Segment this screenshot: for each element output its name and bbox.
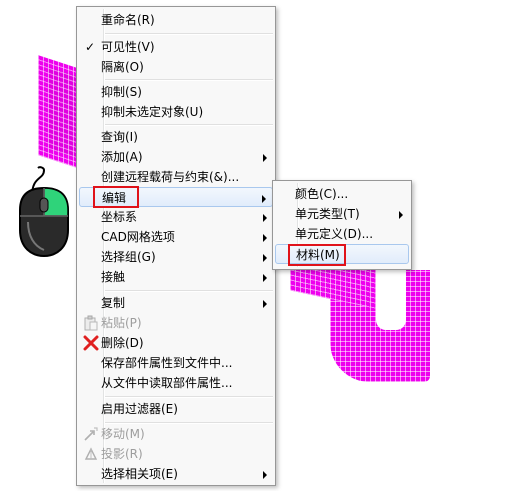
menu-separator bbox=[105, 79, 273, 81]
menu-item-isolate[interactable]: 隔离(O) bbox=[79, 57, 273, 77]
submenu-arrow-icon bbox=[262, 195, 266, 203]
menu-item-label: 从文件中读取部件属性... bbox=[101, 376, 233, 390]
menu-item-query[interactable]: 查询(I) bbox=[79, 127, 273, 147]
submenu-arrow-icon bbox=[263, 154, 267, 162]
menu-separator bbox=[105, 124, 273, 126]
mesh-part-bottom-hole bbox=[376, 270, 406, 330]
menu-item-copy[interactable]: 复制 bbox=[79, 293, 273, 313]
menu-item-contact[interactable]: 接触 bbox=[79, 267, 273, 287]
menu-item-label: 查询(I) bbox=[101, 130, 138, 144]
paste-icon bbox=[84, 315, 98, 331]
menu-item-selection-group[interactable]: 选择组(G) bbox=[79, 247, 273, 267]
delete-x-icon bbox=[83, 335, 99, 351]
menu-item-label: 单元定义(D)... bbox=[295, 227, 374, 241]
menu-item-label: 启用过滤器(E) bbox=[101, 402, 178, 416]
menu-item-label: 创建远程载荷与约束(&)... bbox=[101, 170, 240, 184]
menu-item-label: 复制 bbox=[101, 296, 126, 310]
menu-item-add[interactable]: 添加(A) bbox=[79, 147, 273, 167]
menu-item-label: 单元类型(T) bbox=[295, 207, 360, 221]
menu-item-rename[interactable]: 重命名(R) bbox=[79, 10, 273, 30]
menu-item-label: 添加(A) bbox=[101, 150, 143, 164]
material-highlight-box bbox=[288, 244, 346, 266]
menu-item-label: 隔离(O) bbox=[101, 60, 144, 74]
menu-item-label: 可见性(V) bbox=[101, 40, 155, 54]
submenu-arrow-icon bbox=[263, 234, 267, 242]
check-icon: ✓ bbox=[85, 40, 96, 54]
move-icon bbox=[84, 427, 98, 441]
submenu-arrow-icon bbox=[263, 300, 267, 308]
menu-item-label: 重命名(R) bbox=[101, 13, 155, 27]
menu-item-label: 保存部件属性到文件中... bbox=[101, 356, 233, 370]
submenu-arrow-icon bbox=[263, 274, 267, 282]
menu-item-coordinate-system[interactable]: 坐标系 bbox=[79, 207, 273, 227]
menu-separator bbox=[105, 396, 273, 398]
menu-item-save-part-properties[interactable]: 保存部件属性到文件中... bbox=[79, 353, 273, 373]
menu-item-create-remote-load[interactable]: 创建远程载荷与约束(&)... bbox=[79, 167, 273, 187]
menu-item-enable-filter[interactable]: 启用过滤器(E) bbox=[79, 399, 273, 419]
submenu-arrow-icon bbox=[263, 254, 267, 262]
menu-item-label: 投影(R) bbox=[101, 447, 143, 461]
project-icon bbox=[84, 447, 98, 460]
menu-item-label: 删除(D) bbox=[101, 336, 144, 350]
submenu-arrow-icon bbox=[263, 214, 267, 222]
menu-item-suppress[interactable]: 抑制(S) bbox=[79, 82, 273, 102]
menu-item-label: 粘贴(P) bbox=[101, 316, 142, 330]
menu-item-label: 选择相关项(E) bbox=[101, 467, 178, 481]
menu-item-visibility[interactable]: ✓ 可见性(V) bbox=[79, 37, 273, 57]
menu-item-label: 接触 bbox=[101, 270, 126, 284]
submenu-item-element-type[interactable]: 单元类型(T) bbox=[275, 204, 409, 224]
menu-item-suppress-unselected[interactable]: 抑制未选定对象(U) bbox=[79, 102, 273, 122]
menu-separator bbox=[105, 33, 273, 35]
menu-item-label: 选择组(G) bbox=[101, 250, 156, 264]
menu-item-label: CAD网格选项 bbox=[101, 230, 175, 244]
menu-item-label: 坐标系 bbox=[101, 210, 138, 224]
submenu-item-element-definition[interactable]: 单元定义(D)... bbox=[275, 224, 409, 244]
submenu-item-color[interactable]: 颜色(C)... bbox=[275, 184, 409, 204]
submenu-arrow-icon bbox=[263, 471, 267, 479]
menu-item-move[interactable]: 移动(M) bbox=[79, 424, 273, 444]
menu-item-project[interactable]: 投影(R) bbox=[79, 444, 273, 464]
menu-item-read-part-properties[interactable]: 从文件中读取部件属性... bbox=[79, 373, 273, 393]
menu-item-label: 移动(M) bbox=[101, 427, 145, 441]
mouse-icon bbox=[19, 166, 69, 258]
menu-item-cad-mesh-options[interactable]: CAD网格选项 bbox=[79, 227, 273, 247]
context-menu: 重命名(R) ✓ 可见性(V) 隔离(O) 抑制(S) 抑制未选定对象(U) 查… bbox=[76, 6, 276, 486]
edit-highlight-box bbox=[93, 186, 139, 208]
menu-item-label: 抑制(S) bbox=[101, 85, 142, 99]
menu-item-delete[interactable]: 删除(D) bbox=[79, 333, 273, 353]
submenu-arrow-icon bbox=[399, 211, 403, 219]
menu-item-label: 颜色(C)... bbox=[295, 187, 349, 201]
menu-item-paste[interactable]: 粘贴(P) bbox=[79, 313, 273, 333]
menu-item-select-related[interactable]: 选择相关项(E) bbox=[79, 464, 273, 484]
menu-item-label: 抑制未选定对象(U) bbox=[101, 105, 204, 119]
menu-separator bbox=[105, 290, 273, 292]
